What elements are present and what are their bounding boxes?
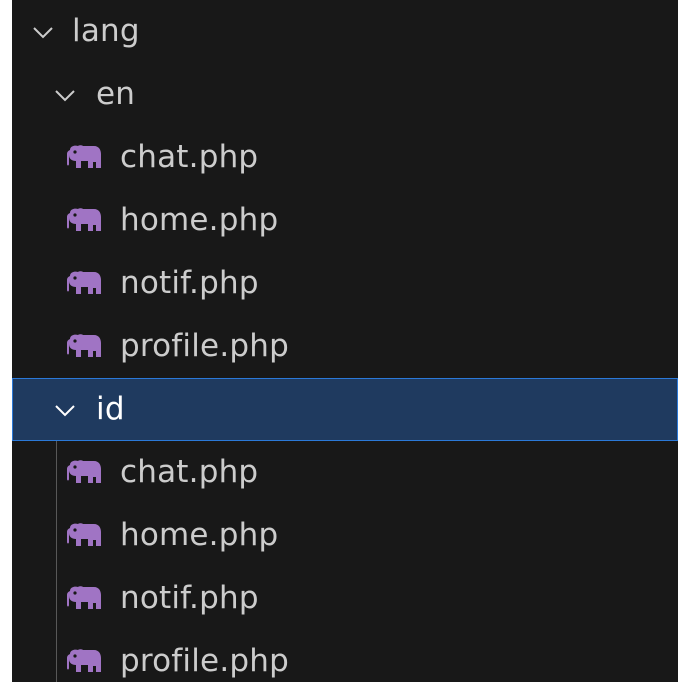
- file-explorer-tree: lang en chat.php home.php notif.php prof…: [12, 0, 678, 682]
- tree-file-en-home[interactable]: home.php: [12, 189, 678, 252]
- chevron-down-icon[interactable]: [30, 19, 56, 45]
- php-elephant-icon: [66, 585, 102, 613]
- file-label: chat.php: [120, 138, 259, 175]
- tree-file-id-profile[interactable]: profile.php: [12, 630, 678, 682]
- tree-folder-en[interactable]: en: [12, 63, 678, 126]
- php-elephant-icon: [66, 144, 102, 172]
- php-elephant-icon: [66, 459, 102, 487]
- folder-label: en: [96, 75, 136, 112]
- file-label: notif.php: [120, 579, 259, 616]
- folder-label: lang: [72, 12, 140, 49]
- php-elephant-icon: [66, 522, 102, 550]
- chevron-down-icon[interactable]: [52, 82, 78, 108]
- tree-folder-id[interactable]: id: [12, 378, 678, 441]
- tree-folder-lang[interactable]: lang: [12, 0, 678, 63]
- file-label: profile.php: [120, 642, 289, 679]
- tree-file-en-notif[interactable]: notif.php: [12, 252, 678, 315]
- file-label: home.php: [120, 516, 279, 553]
- file-label: chat.php: [120, 453, 259, 490]
- chevron-down-icon[interactable]: [52, 397, 78, 423]
- tree-file-en-profile[interactable]: profile.php: [12, 315, 678, 378]
- tree-file-id-home[interactable]: home.php: [12, 504, 678, 567]
- tree-file-id-notif[interactable]: notif.php: [12, 567, 678, 630]
- file-label: notif.php: [120, 264, 259, 301]
- file-label: home.php: [120, 201, 279, 238]
- tree-file-id-chat[interactable]: chat.php: [12, 441, 678, 504]
- php-elephant-icon: [66, 333, 102, 361]
- php-elephant-icon: [66, 648, 102, 676]
- php-elephant-icon: [66, 207, 102, 235]
- file-label: profile.php: [120, 327, 289, 364]
- php-elephant-icon: [66, 270, 102, 298]
- folder-label: id: [96, 390, 125, 427]
- tree-file-en-chat[interactable]: chat.php: [12, 126, 678, 189]
